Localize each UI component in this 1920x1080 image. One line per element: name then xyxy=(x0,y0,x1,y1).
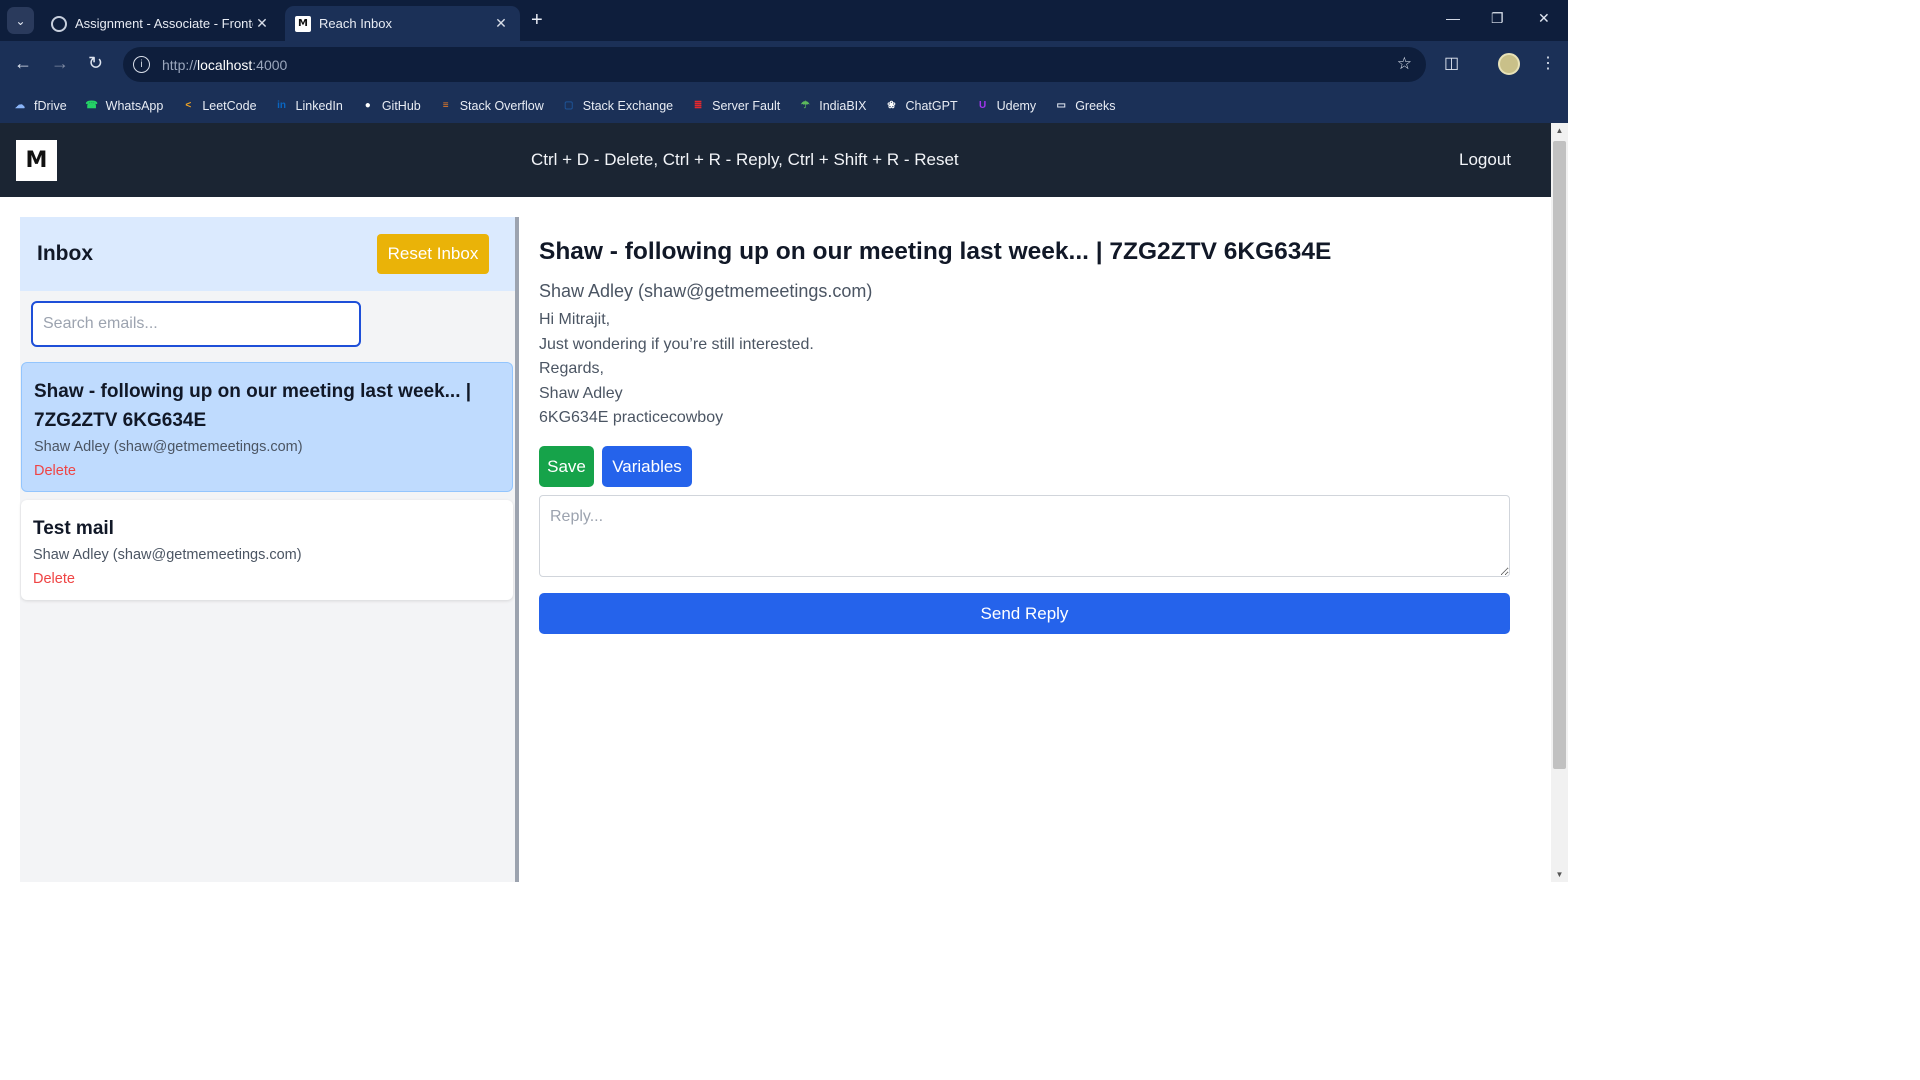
bookmark-label: IndiaBIX xyxy=(819,98,867,113)
bookmark-label: Udemy xyxy=(996,98,1037,113)
email-body-line: Hi Mitrajit, xyxy=(539,311,611,328)
bookmark-label: LeetCode xyxy=(202,98,257,113)
save-button[interactable]: Save xyxy=(539,446,594,487)
site-info-icon[interactable]: i xyxy=(133,56,150,73)
url-text: http://localhost:4000 xyxy=(162,57,287,73)
bookmark-stack-exchange[interactable]: ▢ Stack Exchange xyxy=(561,98,673,114)
email-list-item[interactable]: Test mail Shaw Adley (shaw@getmemeetings… xyxy=(21,500,513,600)
scroll-up-icon[interactable]: ▲ xyxy=(1551,126,1568,135)
bookmark-whatsapp[interactable]: ☎ WhatsApp xyxy=(84,98,164,114)
bookmark-linkedin[interactable]: in LinkedIn xyxy=(274,98,343,114)
bookmark-label: WhatsApp xyxy=(105,98,164,113)
close-window-icon[interactable]: ✕ xyxy=(1538,10,1550,27)
app-logo: M xyxy=(16,140,57,181)
back-arrow-icon[interactable]: ← xyxy=(14,53,32,74)
bookmark-fdrive[interactable]: ☁ fDrive xyxy=(12,98,67,114)
browser-tab-assignment[interactable]: Assignment - Associate - Fronte ✕ xyxy=(41,6,281,41)
tab-search-chevron-icon[interactable]: ⌄ xyxy=(7,7,34,34)
delete-email-button[interactable]: Delete xyxy=(33,567,501,591)
browser-tab-reach-inbox[interactable]: M Reach Inbox ✕ xyxy=(285,6,520,41)
bookmark-server-fault[interactable]: ≣ Server Fault xyxy=(690,98,780,114)
stackoverflow-icon: ≡ xyxy=(442,100,449,111)
scrollbar-thumb[interactable] xyxy=(1553,141,1566,769)
browser-tab-bar: ⌄ Assignment - Associate - Fronte ✕ M Re… xyxy=(0,0,1568,41)
github-icon: ● xyxy=(364,100,371,111)
shortcuts-text: Ctrl + D - Delete, Ctrl + R - Reply, Ctr… xyxy=(531,150,959,169)
indiabix-icon: ☂ xyxy=(800,100,810,111)
email-detail-sender: Shaw Adley (shaw@getmemeetings.com) xyxy=(539,281,873,301)
bookmark-label: Greeks xyxy=(1075,98,1116,113)
url-port: :4000 xyxy=(252,56,288,73)
bookmark-greeks[interactable]: ▭ Greeks xyxy=(1053,98,1115,114)
stackexchange-icon: ▢ xyxy=(564,100,574,111)
bookmark-udemy[interactable]: U Udemy xyxy=(975,98,1037,114)
url-scheme: http:// xyxy=(162,56,198,73)
bookmark-label: Stack Overflow xyxy=(459,98,544,113)
tab-title: Assignment - Associate - Fronte xyxy=(75,16,253,31)
email-sender: Shaw Adley (shaw@getmemeetings.com) xyxy=(33,547,302,563)
leetcode-icon: < xyxy=(185,100,192,111)
send-reply-button[interactable]: Send Reply xyxy=(539,593,1510,634)
bookmark-chatgpt[interactable]: ❀ ChatGPT xyxy=(883,98,957,114)
search-input[interactable] xyxy=(31,301,361,347)
close-tab-icon[interactable]: ✕ xyxy=(492,15,510,32)
email-body-line: 6KG634E practicecowboy xyxy=(539,409,724,426)
delete-email-button[interactable]: Delete xyxy=(34,459,500,483)
profile-avatar[interactable] xyxy=(1498,53,1520,75)
email-subject: Shaw - following up on our meeting last … xyxy=(34,381,472,431)
bookmark-leetcode[interactable]: < LeetCode xyxy=(180,98,256,114)
inbox-header: Inbox Reset Inbox xyxy=(20,217,515,291)
new-tab-button[interactable]: + xyxy=(531,9,543,32)
reset-inbox-button[interactable]: Reset Inbox xyxy=(377,234,489,274)
bookmark-label: ChatGPT xyxy=(905,98,958,113)
logout-button[interactable]: Logout xyxy=(1459,150,1511,170)
bookmark-label: Stack Exchange xyxy=(582,98,674,113)
bookmark-star-icon[interactable]: ☆ xyxy=(1397,54,1412,74)
app-header: M Ctrl + D - Delete, Ctrl + R - Reply, C… xyxy=(0,123,1551,197)
folder-icon: ▭ xyxy=(1056,100,1066,111)
scroll-down-icon[interactable]: ▼ xyxy=(1551,870,1568,879)
bookmark-label: fDrive xyxy=(34,98,67,113)
bookmark-stack-overflow[interactable]: ≡ Stack Overflow xyxy=(438,98,544,114)
chatgpt-icon: ❀ xyxy=(887,100,896,111)
inbox-title: Inbox xyxy=(37,242,93,265)
linkedin-icon: in xyxy=(277,100,286,111)
udemy-icon: U xyxy=(978,100,987,111)
bookmark-label: GitHub xyxy=(381,98,421,113)
m-logo-icon: M xyxy=(295,15,311,32)
url-host: localhost xyxy=(197,56,253,73)
email-subject: Test mail xyxy=(33,518,114,539)
whatsapp-icon: ☎ xyxy=(85,100,98,111)
reply-textarea[interactable] xyxy=(539,495,1510,577)
cloud-icon: ☁ xyxy=(15,100,25,111)
page-scrollbar[interactable]: ▲ ▼ xyxy=(1551,123,1568,882)
email-body-line: Just wondering if you’re still intereste… xyxy=(539,335,814,353)
inbox-sidebar: Inbox Reset Inbox Shaw - following up on… xyxy=(20,217,515,882)
address-bar[interactable]: i http://localhost:4000 ☆ xyxy=(123,47,1426,82)
email-sender: Shaw Adley (shaw@getmemeetings.com) xyxy=(34,439,303,455)
browser-menu-icon[interactable]: ⋮ xyxy=(1540,53,1556,73)
globe-icon xyxy=(51,15,67,32)
email-detail-body: Hi Mitrajit, Just wondering if you’re st… xyxy=(539,308,814,431)
email-body-line: Shaw Adley xyxy=(539,384,623,402)
email-list-item[interactable]: Shaw - following up on our meeting last … xyxy=(21,362,513,492)
close-tab-icon[interactable]: ✕ xyxy=(253,15,271,32)
extensions-puzzle-icon[interactable]: ◫ xyxy=(1444,53,1459,73)
bookmark-label: Server Fault xyxy=(712,98,781,113)
serverfault-icon: ≣ xyxy=(693,100,703,111)
bookmarks-bar: ☁ fDrive ☎ WhatsApp < LeetCode in LinkedIn ● GitH… xyxy=(0,88,1568,123)
variables-button[interactable]: Variables xyxy=(602,446,692,487)
minimize-icon[interactable]: — xyxy=(1446,10,1460,26)
bookmark-label: LinkedIn xyxy=(295,98,343,113)
sidebar-divider xyxy=(515,217,519,882)
browser-toolbar: ← → ↻ i http://localhost:4000 ☆ ◫ ⋮ xyxy=(0,41,1568,88)
forward-arrow-icon[interactable]: → xyxy=(51,53,69,74)
tab-title: Reach Inbox xyxy=(319,16,392,31)
reload-icon[interactable]: ↻ xyxy=(88,53,103,74)
restore-icon[interactable]: ❐ xyxy=(1491,10,1504,27)
email-detail-subject: Shaw - following up on our meeting last … xyxy=(539,238,1332,265)
bookmark-indiabix[interactable]: ☂ IndiaBIX xyxy=(797,98,867,114)
bookmark-github[interactable]: ● GitHub xyxy=(360,98,421,114)
email-body-line: Regards, xyxy=(539,360,604,377)
